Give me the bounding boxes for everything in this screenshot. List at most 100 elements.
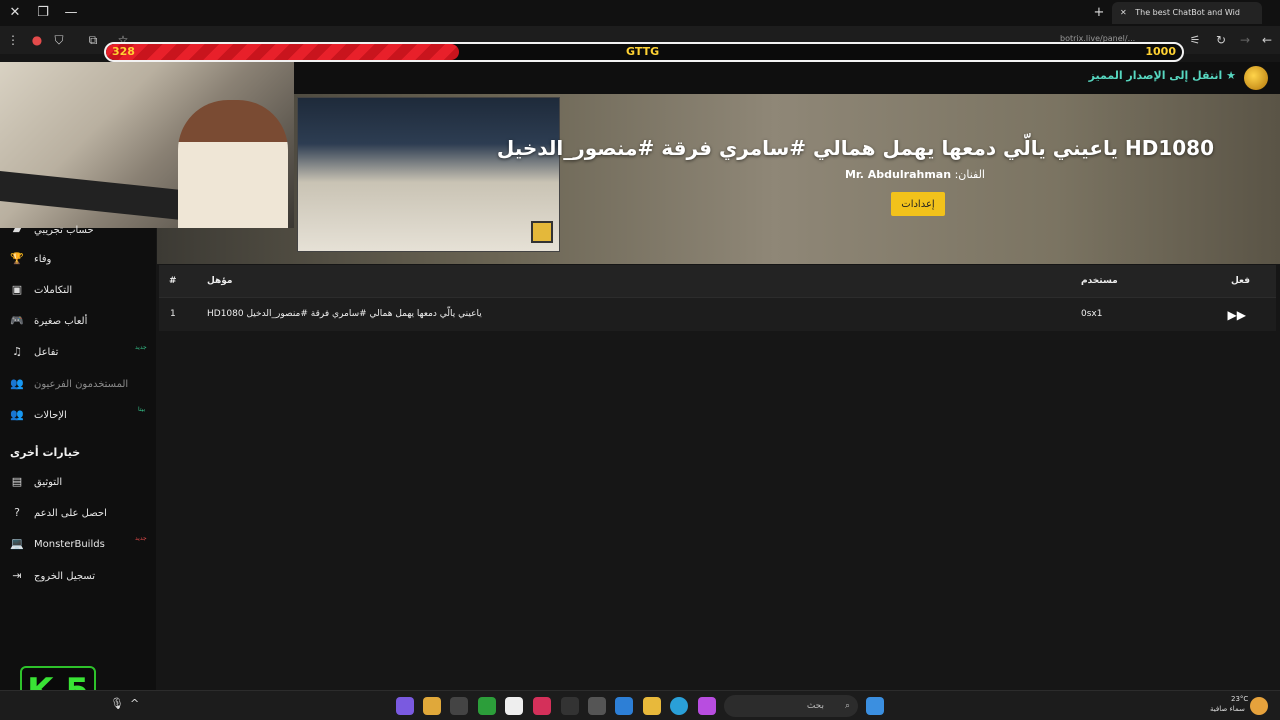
sidebar-item-monsterbuilds[interactable]: 💻 MonsterBuilds [10,534,150,554]
sidebar-item-docs[interactable]: ▤ التوثيق [10,472,150,492]
weather-description: سماء صافية [1210,705,1245,713]
sidebar-item-label: المستخدمون الفرعيون [34,378,129,390]
forward-icon[interactable]: → [1236,31,1254,49]
sidebar-item-loyalty[interactable]: 🏆 وفاء [10,249,150,269]
gamepad-icon: 🎮 [10,314,24,327]
artist-name: Mr. Abdulrahman [844,168,952,181]
sidebar-item-label: ألعاب صغيرة [34,315,88,327]
folder-icon[interactable] [643,697,661,715]
table-header: # مؤهل مستخدم فعل [159,265,1276,297]
table-row[interactable]: 1 HD1080 ياعيني يالّي دمعها يهمل همالي #… [159,297,1276,331]
taskbar-search[interactable]: بحث ⌕ [724,695,858,717]
song-thumbnail [297,97,560,252]
sidebar-item-integrations[interactable]: ▣ التكاملات [10,280,150,300]
integrations-icon: ▣ [11,283,23,296]
column-header-user: مستخدم [1081,276,1118,286]
mail-icon[interactable] [615,697,633,715]
search-icon: ⌕ [844,701,850,711]
artist-label: الفنان: [954,168,985,181]
windows-start-icon[interactable] [866,697,884,715]
search-placeholder: بحث [806,701,824,711]
premium-upgrade-link[interactable]: ★ انتقل إلى الإصدار المميز [1089,69,1236,82]
play-next-icon[interactable]: ▶▶ [1228,308,1246,322]
xbox-icon[interactable] [478,697,496,715]
sidebar-item-label: تفاعل [34,346,59,358]
row-song-title: HD1080 ياعيني يالّي دمعها يهمل همالي #سا… [207,309,482,319]
laptop-icon: 💻 [10,537,24,550]
goal-bar-fill [106,44,459,60]
extension-icon[interactable]: ⛉ [50,31,68,49]
row-number: 1 [170,309,176,319]
tab-title: The best ChatBot and Wid [1135,8,1240,17]
sidebar-item-label: MonsterBuilds [34,538,105,550]
sidebar-item-interaction[interactable]: ♫ تفاعل [10,342,150,362]
share-icon[interactable]: ⧉ [84,31,102,49]
webcam-person [178,100,288,228]
restore-icon[interactable]: ❐ [34,4,52,22]
new-badge: جديد [135,344,147,351]
column-header-qualified: مؤهل [207,276,233,286]
sidebar-item-label: وفاء [34,253,52,265]
song-request-table: # مؤهل مستخدم فعل 1 HD1080 ياعيني يالّي … [159,265,1276,331]
sidebar-item-label: احصل على الدعم [34,507,107,519]
windows-taskbar: 🎙 ^ بحث ⌕ 23°C سماء صافية [0,690,1280,720]
music-icon: ♫ [12,345,22,358]
settings-button[interactable]: إعدادات [891,192,945,216]
microphone-icon[interactable]: 🎙 [110,697,128,715]
new-badge: جديد [135,535,147,542]
menu-dots-icon[interactable]: ⋮ [4,31,22,49]
close-icon[interactable]: ✕ [6,4,24,22]
column-header-action: فعل [1231,276,1251,286]
webcam-overlay [0,62,294,228]
stream-goal-bar: 328 GTTG 1000 [104,42,1184,62]
edge-icon[interactable] [670,697,688,715]
goal-label: GTTG [626,45,660,58]
referrals-icon: 👥 [10,408,24,421]
browser-tab-bar: ✕ ❐ — + ✕ The best ChatBot and Wid [0,0,1280,26]
chrome-icon[interactable] [423,697,441,715]
tune-icon[interactable]: ⚟ [1186,31,1204,49]
sidebar-item-demo-account[interactable]: ▰ حساب تجريبي [10,220,150,240]
sidebar-item-minigames[interactable]: 🎮 ألعاب صغيرة [10,311,150,331]
trophy-icon: 🏆 [10,252,24,265]
sidebar-item-referrals[interactable]: 👥 الإحالات [10,405,150,425]
copilot-icon[interactable] [698,697,716,715]
back-icon[interactable]: ← [1258,31,1276,49]
extension-icon[interactable]: ● [28,31,46,49]
tag-icon: ▰ [12,223,22,236]
sidebar-item-label: حساب تجريبي [34,224,94,236]
minimize-icon[interactable]: — [62,4,80,22]
obs-icon[interactable] [450,697,468,715]
column-header-number: # [169,276,177,286]
users-icon: 👥 [10,377,24,390]
beta-badge: بيتا [138,406,146,413]
tab-close-icon[interactable]: ✕ [1120,8,1127,17]
song-title: HD1080 ياعيني يالّي دمعها يهمل همالي #سا… [496,136,1214,160]
reload-icon[interactable]: ↻ [1212,31,1230,49]
help-icon: ? [14,506,20,519]
chevron-up-icon[interactable]: ^ [130,697,148,715]
goal-target-value: 1000 [1145,45,1176,58]
app-icon[interactable] [396,697,414,715]
sidebar-item-subusers[interactable]: 👥 المستخدمون الفرعيون [10,374,150,394]
app-logo[interactable] [1244,66,1268,90]
app-icon[interactable] [561,697,579,715]
settings-gear-icon[interactable] [588,697,606,715]
row-user: 0sx1 [1081,309,1103,319]
logout-icon: ⇥ [12,569,22,582]
sidebar-item-logout[interactable]: ⇥ تسجيل الخروج [10,566,150,586]
sidebar-item-label: التكاملات [34,284,73,296]
goal-current-value: 328 [112,45,135,58]
snapchat-badge-icon [531,221,553,243]
sidebar-item-label: الإحالات [34,409,67,421]
song-hero-banner: HD1080 ياعيني يالّي دمعها يهمل همالي #سا… [157,94,1280,264]
weather-temperature: 23°C [1231,695,1249,703]
sidebar-item-label: تسجيل الخروج [34,570,96,582]
browser-tab[interactable]: ✕ The best ChatBot and Wid [1112,2,1262,24]
new-tab-icon[interactable]: + [1090,4,1108,22]
weather-moon-icon[interactable] [1250,697,1268,715]
docs-icon: ▤ [11,475,23,488]
sidebar-item-support[interactable]: ? احصل على الدعم [10,503,150,523]
google-icon[interactable] [505,697,523,715]
app-icon[interactable] [533,697,551,715]
